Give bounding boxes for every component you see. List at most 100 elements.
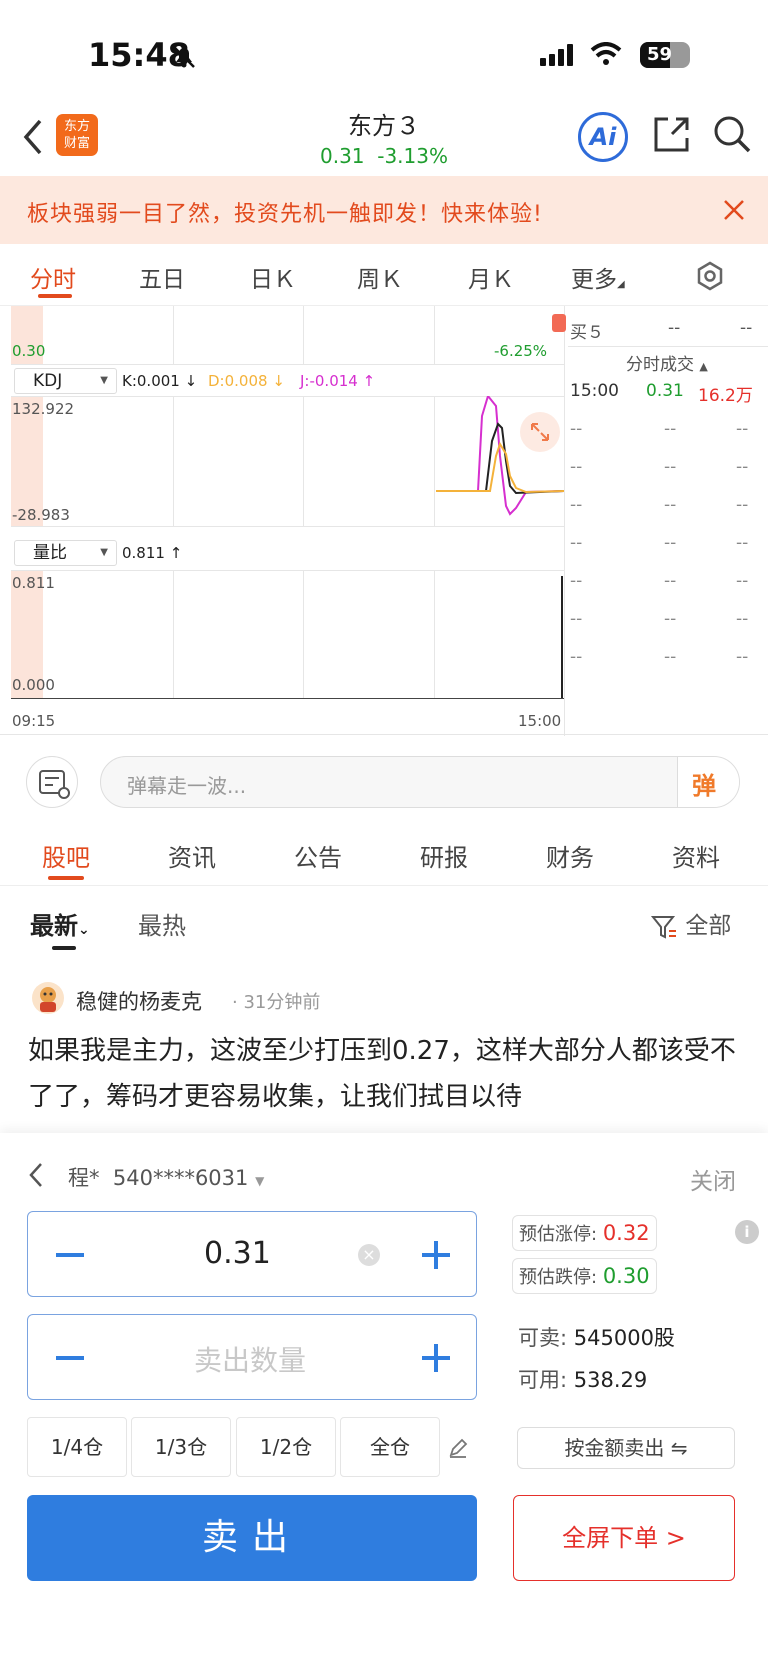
buy5-volume: -- bbox=[740, 318, 753, 338]
kdj-d-value: D:0.008 ↓ bbox=[208, 372, 285, 390]
app-logo[interactable]: 东方 财富 bbox=[56, 114, 98, 156]
post-author[interactable]: 稳健的杨麦克 bbox=[76, 986, 202, 1016]
tab-guba[interactable]: 股吧 bbox=[42, 838, 90, 873]
share-icon[interactable] bbox=[652, 114, 692, 154]
expand-chart-button[interactable] bbox=[520, 412, 560, 452]
sort-up-icon: ▲ bbox=[699, 360, 708, 373]
trade-volume: 16.2万 bbox=[698, 386, 753, 406]
trade-time: -- bbox=[570, 419, 583, 439]
price-stepper[interactable]: 0.31 × bbox=[27, 1211, 477, 1297]
danmaku-bar: 弹幕走一波... 弹 bbox=[0, 740, 768, 824]
tab-announcements[interactable]: 公告 bbox=[294, 838, 342, 873]
tab-finance[interactable]: 财务 bbox=[546, 838, 594, 873]
trade-row: -- -- -- bbox=[568, 640, 768, 678]
battery-level: 59 bbox=[647, 44, 673, 65]
promo-banner[interactable]: 板块强弱一目了然，投资先机一触即发！快来体验! bbox=[0, 176, 768, 244]
danmaku-settings-button[interactable] bbox=[26, 756, 78, 808]
info-icon[interactable]: i bbox=[735, 1220, 759, 1244]
expand-icon bbox=[531, 423, 549, 441]
danmaku-send-label: 弹 bbox=[692, 772, 716, 800]
sort-tabs: 最新⌄ 最热 全部 bbox=[0, 886, 768, 954]
logo-text-bottom: 财富 bbox=[63, 136, 90, 151]
position-quarter-button[interactable]: 1/4仓 bbox=[27, 1417, 127, 1477]
dropdown-arrow-icon: ▼ bbox=[100, 375, 108, 386]
clear-icon[interactable]: × bbox=[358, 1244, 380, 1266]
trade-volume: -- bbox=[736, 419, 749, 439]
position-full-button[interactable]: 全仓 bbox=[340, 1417, 440, 1477]
silent-bell-icon bbox=[173, 46, 195, 68]
tab-profile[interactable]: 资料 bbox=[672, 838, 720, 873]
tab-timeshare[interactable]: 分时 bbox=[30, 260, 76, 294]
kdj-max-label: 132.922 bbox=[12, 400, 75, 418]
dropdown-arrow-icon: ▼ bbox=[100, 547, 108, 558]
kdj-selector[interactable]: KDJ ▼ bbox=[14, 368, 117, 394]
price-input[interactable]: 0.31 bbox=[204, 1236, 324, 1271]
marker-badge[interactable] bbox=[552, 314, 566, 332]
edit-icon[interactable] bbox=[447, 1437, 469, 1459]
back-icon[interactable] bbox=[26, 1160, 46, 1190]
back-icon[interactable] bbox=[22, 118, 44, 156]
account-number: 540****6031 bbox=[112, 1166, 249, 1190]
tab-day-k[interactable]: 日Ｋ bbox=[250, 260, 296, 294]
filter-button[interactable]: 全部 bbox=[650, 906, 731, 941]
close-icon[interactable] bbox=[722, 198, 746, 222]
stock-quote: 0.31 -3.13% bbox=[284, 144, 484, 168]
quantity-stepper[interactable]: 卖出数量 bbox=[27, 1314, 477, 1400]
limit-down-value[interactable]: 0.30 bbox=[603, 1264, 650, 1288]
search-icon[interactable] bbox=[712, 114, 752, 154]
trade-time: -- bbox=[570, 609, 583, 629]
kdj-k-value: K:0.001 ↓ bbox=[122, 372, 198, 390]
stock-header: 东方 财富 东方３ 0.31 -3.13% Ai bbox=[0, 100, 768, 176]
trades-title-label: 分时成交 bbox=[626, 355, 694, 375]
signal-icon bbox=[540, 44, 573, 66]
trade-row: -- -- -- bbox=[568, 450, 768, 488]
trade-time: -- bbox=[570, 571, 583, 591]
quantity-input[interactable]: 卖出数量 bbox=[194, 1339, 306, 1379]
forum-post[interactable]: 稳健的杨麦克 · 31分钟前 如果我是主力，这波至少打压到0.27，这样大部分人… bbox=[0, 970, 768, 1120]
tab-five-day[interactable]: 五日 bbox=[139, 260, 185, 294]
tab-news[interactable]: 资讯 bbox=[168, 838, 216, 873]
post-content: 如果我是主力，这波至少打压到0.27，这样大部分人都该受不了了，筹码才更容易收集… bbox=[28, 1036, 736, 1112]
sort-hot[interactable]: 最热 bbox=[138, 906, 186, 941]
fullscreen-order-button[interactable]: 全屏下单 > bbox=[513, 1495, 735, 1581]
avatar[interactable] bbox=[32, 982, 64, 1014]
minus-icon[interactable] bbox=[56, 1253, 84, 1257]
tab-more[interactable]: 更多◢ bbox=[571, 260, 625, 294]
logo-text-top: 东方 bbox=[63, 119, 90, 134]
stock-name: 东方３ bbox=[348, 112, 420, 140]
limit-up-value[interactable]: 0.32 bbox=[603, 1221, 650, 1245]
account-selector[interactable]: 程* 540****6031 ▼ bbox=[68, 1162, 264, 1192]
close-panel-button[interactable]: 关闭 bbox=[690, 1162, 736, 1196]
tab-week-k[interactable]: 周Ｋ bbox=[357, 260, 403, 294]
sell-by-amount-button[interactable]: 按金额卖出 ⇋ bbox=[517, 1427, 735, 1469]
danmaku-input[interactable]: 弹幕走一波... 弹 bbox=[100, 756, 740, 808]
position-half-button[interactable]: 1/2仓 bbox=[236, 1417, 336, 1477]
buy5-price: -- bbox=[668, 318, 681, 338]
trade-time: -- bbox=[570, 457, 583, 477]
sell-button[interactable]: 卖出 bbox=[27, 1495, 477, 1581]
trade-price: -- bbox=[664, 571, 677, 591]
gear-icon[interactable] bbox=[694, 260, 726, 292]
trade-row: -- -- -- bbox=[568, 602, 768, 640]
sellable-label: 可卖: bbox=[518, 1326, 568, 1350]
time-end-label: 15:00 bbox=[518, 712, 562, 730]
trade-volume: -- bbox=[736, 495, 749, 515]
price-low-pct: -6.25% bbox=[494, 342, 548, 360]
chevron-down-icon: ⌄ bbox=[78, 922, 90, 938]
volume-ratio-value: 0.811 ↑ bbox=[122, 544, 183, 562]
sort-latest[interactable]: 最新⌄ bbox=[30, 906, 90, 941]
avatar-icon bbox=[40, 987, 56, 1012]
limit-down-label: 预估跌停: bbox=[519, 1267, 598, 1288]
limit-down-tag: 预估跌停: 0.30 bbox=[512, 1258, 657, 1294]
minus-icon[interactable] bbox=[56, 1356, 84, 1360]
buy5-label: 买５ bbox=[570, 323, 604, 343]
danmaku-send-button[interactable]: 弹 bbox=[677, 757, 739, 807]
position-third-button[interactable]: 1/3仓 bbox=[131, 1417, 231, 1477]
ai-button[interactable]: Ai bbox=[578, 112, 628, 162]
trades-title[interactable]: 分时成交 ▲ bbox=[626, 350, 708, 375]
limit-up-label: 预估涨停: bbox=[519, 1224, 598, 1245]
tab-month-k[interactable]: 月Ｋ bbox=[468, 260, 514, 294]
volume-ratio-selector[interactable]: 量比 ▼ bbox=[14, 540, 117, 566]
trade-price: 0.31 bbox=[646, 381, 684, 401]
tab-research[interactable]: 研报 bbox=[420, 838, 468, 873]
